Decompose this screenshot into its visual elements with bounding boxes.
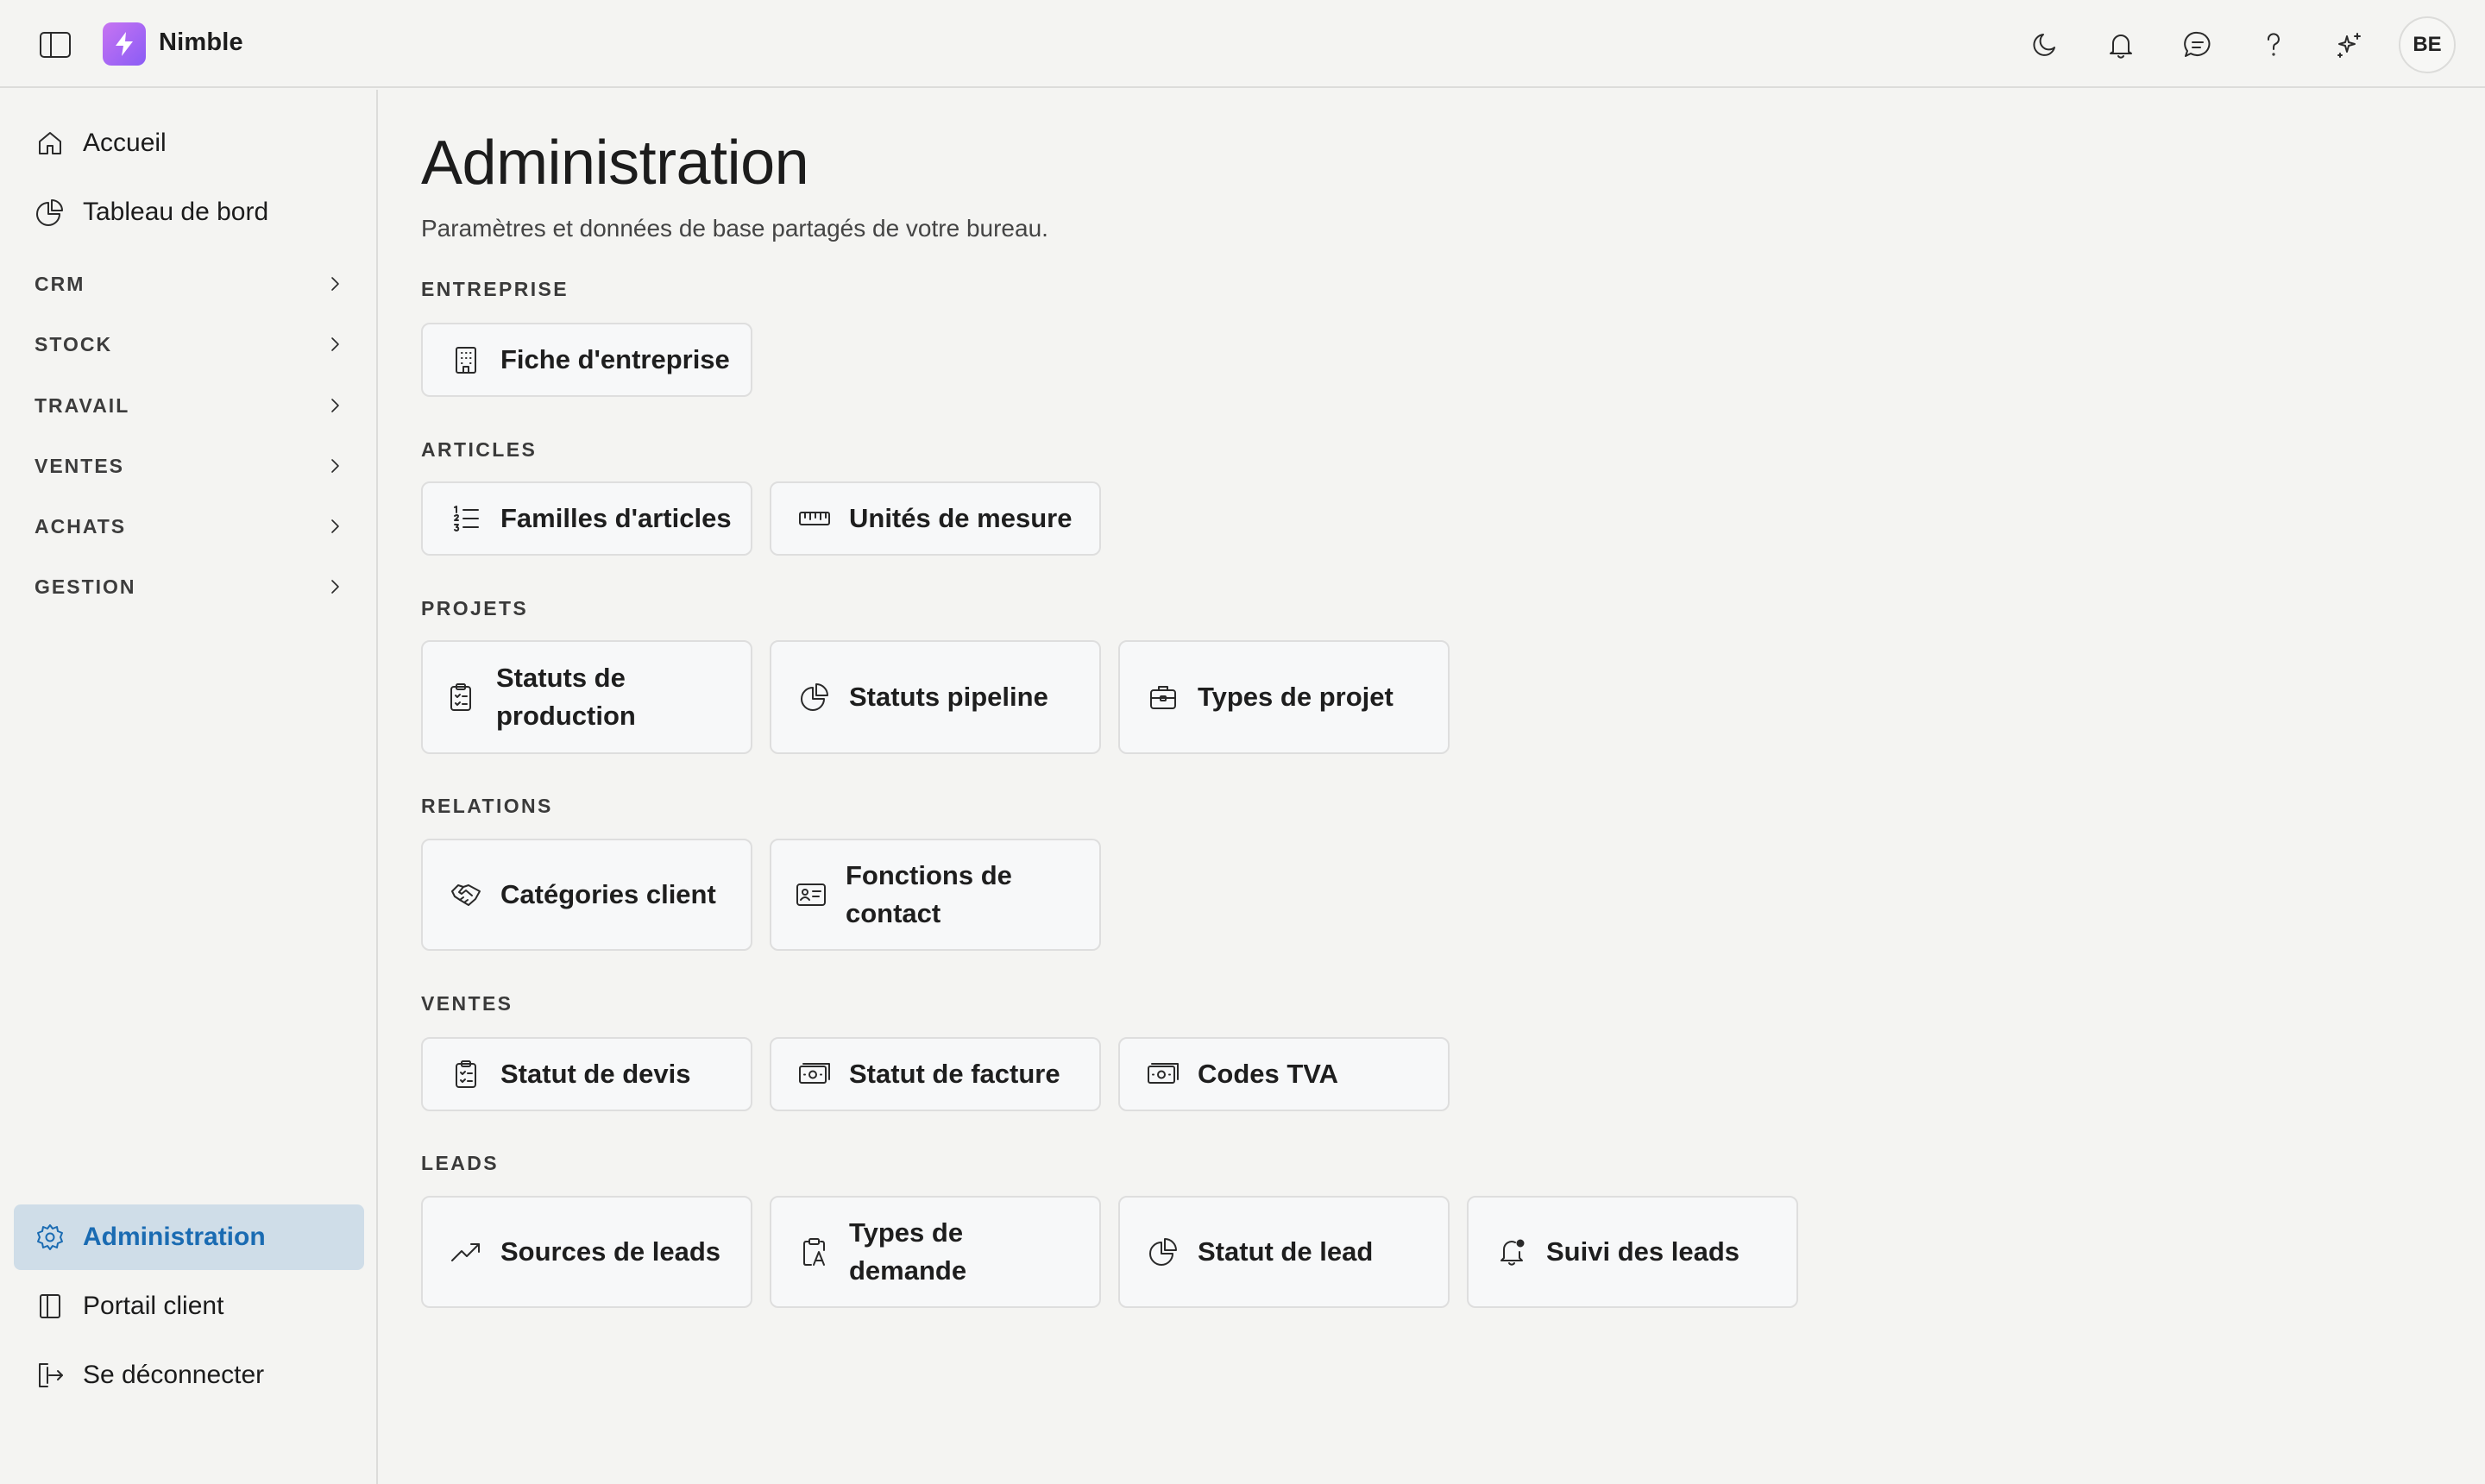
card-suivi-leads[interactable]: Suivi des leads	[1467, 1196, 1798, 1308]
card-sources-leads[interactable]: Sources de leads	[421, 1196, 752, 1308]
card-label: Unités de mesure	[849, 503, 1073, 533]
handshake-icon	[449, 877, 483, 912]
sidebar-item-label: Tableau de bord	[83, 198, 269, 226]
section-title-relations: RELATIONS	[421, 795, 553, 817]
clipboard-list-icon	[444, 680, 478, 714]
sidebar-item-tableau-de-bord[interactable]: Tableau de bord	[14, 179, 364, 245]
card-codes-tva[interactable]: Codes TVA	[1118, 1037, 1450, 1111]
card-label: Familles d'articles	[500, 503, 732, 533]
sidebar-group-gestion[interactable]: GESTION	[14, 563, 364, 611]
section-title-projets: PROJETS	[421, 597, 529, 619]
sidebar-group-label: ACHATS	[35, 514, 127, 538]
chevron-right-icon	[324, 576, 345, 597]
home-icon	[35, 128, 66, 159]
sidebar-group-stock[interactable]: STOCK	[14, 320, 364, 368]
page-subtitle: Paramètres et données de base partagés d…	[421, 215, 1048, 242]
help-icon[interactable]	[2256, 28, 2291, 62]
bell-dot-icon	[1494, 1235, 1529, 1269]
sidebar-item-administration[interactable]: Administration	[14, 1204, 364, 1270]
card-label: Statuts de production	[496, 663, 636, 731]
sidebar-item-label: Administration	[83, 1223, 266, 1251]
chevron-right-icon	[324, 516, 345, 537]
card-label: Suivi des leads	[1546, 1236, 1740, 1267]
pie-chart-icon	[797, 680, 832, 714]
list-ordered-icon	[449, 501, 483, 536]
banknote-icon	[1146, 1057, 1180, 1091]
card-label: Codes TVA	[1198, 1059, 1339, 1089]
sidebar-item-label: Portail client	[83, 1292, 224, 1320]
briefcase-icon	[1146, 680, 1180, 714]
card-types-projet[interactable]: Types de projet	[1118, 640, 1450, 754]
ruler-icon	[797, 501, 832, 536]
card-statut-lead[interactable]: Statut de lead	[1118, 1196, 1450, 1308]
sidebar-group-label: GESTION	[35, 575, 136, 598]
card-label: Types de projet	[1198, 682, 1393, 712]
card-fiche-entreprise[interactable]: Fiche d'entreprise	[421, 323, 752, 397]
pie-chart-icon	[1146, 1235, 1180, 1269]
chevron-right-icon	[324, 395, 345, 416]
card-label: Fonctions de contact	[846, 860, 1012, 928]
card-statut-facture[interactable]: Statut de facture	[770, 1037, 1101, 1111]
app-name: Nimble	[159, 28, 243, 56]
chat-icon[interactable]	[2180, 28, 2215, 62]
card-unites-mesure[interactable]: Unités de mesure	[770, 481, 1101, 556]
user-avatar[interactable]: BE	[2399, 16, 2456, 73]
app-logo[interactable]	[103, 22, 146, 66]
building-icon	[449, 343, 483, 377]
section-title-ventes: VENTES	[421, 992, 513, 1015]
book-icon	[35, 1291, 66, 1322]
bell-icon[interactable]	[2104, 28, 2138, 62]
card-label: Types de demande	[849, 1217, 967, 1286]
sidebar-group-crm[interactable]: CRM	[14, 260, 364, 308]
card-label: Statut de facture	[849, 1059, 1060, 1089]
card-fonctions-contact[interactable]: Fonctions de contact	[770, 839, 1101, 951]
sidebar-group-label: STOCK	[35, 332, 113, 355]
logout-icon	[35, 1360, 66, 1391]
sidebar-group-label: CRM	[35, 272, 85, 295]
sidebar-item-portail-client[interactable]: Portail client	[14, 1273, 364, 1339]
page-title: Administration	[421, 129, 809, 198]
sidebar-group-ventes[interactable]: VENTES	[14, 442, 364, 490]
card-statuts-production[interactable]: Statuts de production	[421, 640, 752, 754]
chevron-right-icon	[324, 274, 345, 294]
pie-chart-icon	[35, 197, 66, 228]
moon-icon[interactable]	[2028, 28, 2062, 62]
gear-icon	[35, 1222, 66, 1253]
card-familles-articles[interactable]: Familles d'articles	[421, 481, 752, 556]
card-categories-client[interactable]: Catégories client	[421, 839, 752, 951]
section-title-entreprise: ENTREPRISE	[421, 278, 569, 300]
sparkles-icon[interactable]	[2332, 28, 2367, 62]
banknote-icon	[797, 1057, 832, 1091]
card-statut-devis[interactable]: Statut de devis	[421, 1037, 752, 1111]
clipboard-type-icon	[797, 1235, 832, 1269]
section-title-leads: LEADS	[421, 1152, 499, 1174]
sidebar-group-label: TRAVAIL	[35, 393, 130, 417]
card-label: Statuts pipeline	[849, 682, 1048, 712]
chevron-right-icon	[324, 456, 345, 476]
sidebar: Accueil Tableau de bord CRM STOCK TRAVAI…	[0, 90, 378, 1484]
sidebar-item-accueil[interactable]: Accueil	[14, 110, 364, 176]
card-statuts-pipeline[interactable]: Statuts pipeline	[770, 640, 1101, 754]
card-label: Sources de leads	[500, 1236, 721, 1267]
top-bar: Nimble BE	[0, 0, 2485, 88]
id-card-icon	[794, 877, 828, 912]
sidebar-toggle-icon[interactable]	[38, 29, 72, 60]
card-label: Fiche d'entreprise	[500, 344, 730, 374]
sidebar-item-label: Se déconnecter	[83, 1361, 265, 1389]
card-label: Catégories client	[500, 879, 716, 909]
sidebar-group-travail[interactable]: TRAVAIL	[14, 381, 364, 430]
sidebar-item-se-deconnecter[interactable]: Se déconnecter	[14, 1343, 364, 1408]
section-title-articles: ARTICLES	[421, 438, 538, 461]
trending-up-icon	[449, 1235, 483, 1269]
card-label: Statut de devis	[500, 1059, 691, 1089]
sidebar-item-label: Accueil	[83, 129, 167, 157]
sidebar-group-label: VENTES	[35, 454, 125, 477]
card-label: Statut de lead	[1198, 1236, 1374, 1267]
chevron-right-icon	[324, 334, 345, 355]
sidebar-group-achats[interactable]: ACHATS	[14, 502, 364, 550]
clipboard-check-icon	[449, 1057, 483, 1091]
card-types-demande[interactable]: Types de demande	[770, 1196, 1101, 1308]
